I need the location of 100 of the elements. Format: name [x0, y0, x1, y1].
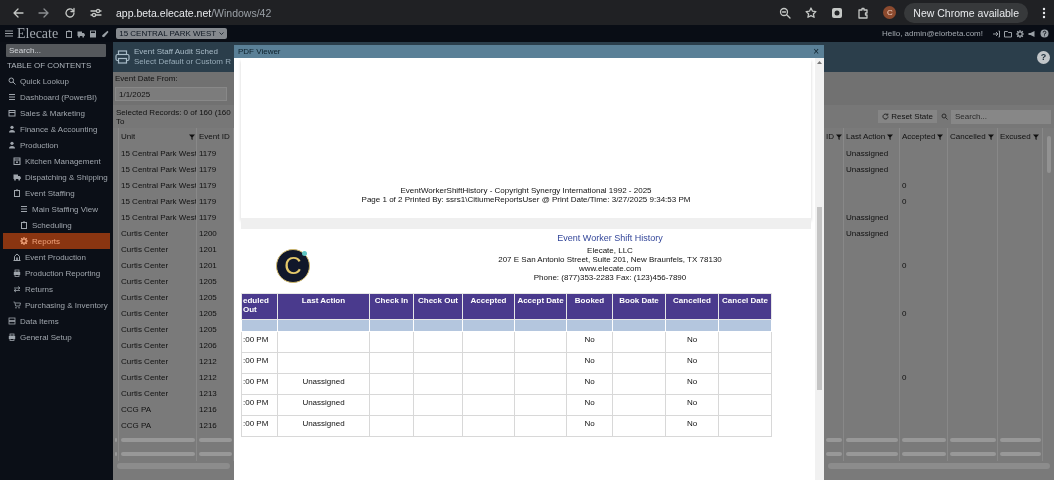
report-subtitle: Select Default or Custom R [134, 57, 231, 67]
help-button[interactable]: ? [1037, 50, 1050, 64]
sidebar-item[interactable]: Data Items [3, 313, 110, 329]
column-header[interactable]: Unit [119, 128, 197, 145]
table-cell: :00 PM [241, 331, 278, 353]
column-header: Accepted [462, 293, 515, 320]
table-cell: 1179 [199, 164, 217, 174]
sidebar-item[interactable]: Main Staffing View [3, 201, 110, 217]
column-header[interactable]: Accepted [900, 128, 948, 145]
sidebar-item[interactable]: Reports [3, 233, 110, 249]
table-cell: CCG PA [121, 420, 152, 430]
table-cell: :00 PM [241, 415, 278, 437]
table-cell: Curtis Center [121, 340, 169, 350]
table-cell: Unassigned [846, 212, 889, 222]
table-cell: 0 [902, 180, 907, 190]
table-cell: No [566, 394, 613, 416]
table-cell: 1205 [199, 308, 217, 318]
table-cell: CCG PA [121, 404, 152, 414]
section-heading: TABLE OF CONTENTS [6, 60, 93, 72]
address-field[interactable]: app.beta.elecate.net/Windows/42 [116, 6, 272, 19]
table-cell: :00 PM [241, 352, 278, 374]
table-cell: 1201 [199, 244, 217, 254]
table-cell: 15 Central Park West [121, 180, 196, 190]
table-cell: No [566, 415, 613, 437]
table-cell: Unassigned [846, 148, 889, 158]
sidebar-item[interactable]: Quick Lookup [3, 73, 110, 89]
report-title: Event Staff Audit Sched [134, 47, 219, 57]
table-cell: 15 Central Park West [121, 164, 196, 174]
location-dropdown[interactable]: 15 CENTRAL PARK WEST [116, 28, 228, 39]
table-cell: Curtis Center [121, 372, 169, 382]
table-cell: 15 Central Park West [121, 148, 196, 158]
table-cell: :00 PM [241, 373, 278, 395]
column-header: Check Out [413, 293, 463, 320]
sidebar-item[interactable]: Purchasing & Inventory [3, 297, 110, 313]
sidebar-item[interactable]: Dashboard (PowerBI) [3, 89, 110, 105]
table-cell: 1212 [199, 372, 217, 382]
app-logo: Elecate [17, 25, 59, 42]
date-field[interactable]: 1/1/2025 [115, 87, 227, 101]
table-cell: 0 [902, 260, 907, 270]
table-cell: 0 [902, 196, 907, 206]
table-cell: Unassigned [277, 415, 370, 437]
company-info-text: Phone: (877)353-2283 Fax: (123)456-7890 [532, 273, 688, 282]
table-cell: 1205 [199, 324, 217, 334]
sidebar-item[interactable]: Scheduling [3, 217, 110, 233]
table-cell: No [665, 394, 719, 416]
sidebar-item[interactable]: Dispatching & Shipping [3, 169, 110, 185]
field-label: Event Date From: [115, 74, 179, 84]
table-cell: Unassigned [277, 373, 370, 395]
table-cell: Curtis Center [121, 228, 169, 238]
table-cell: No [566, 352, 613, 374]
table-cell: No [665, 373, 719, 395]
sidebar-item[interactable]: Kitchen Management [3, 153, 110, 169]
table-cell: 1213 [199, 388, 217, 398]
sidebar-item[interactable]: Sales & Marketing [3, 105, 110, 121]
column-header[interactable]: Excused [998, 128, 1043, 145]
sidebar-item[interactable]: Event Production [3, 249, 110, 265]
table-cell: 1216 [199, 404, 217, 414]
table-cell: Curtis Center [121, 388, 169, 398]
reset-state-button[interactable]: Reset State [878, 110, 937, 123]
table-cell: Curtis Center [121, 276, 169, 286]
table-cell: Curtis Center [121, 324, 169, 334]
table-cell: Curtis Center [121, 356, 169, 366]
column-header[interactable]: ID [824, 128, 844, 145]
table-cell: :00 PM [241, 394, 278, 416]
company-info-text: Elecate, LLC [586, 246, 634, 255]
sidebar-item[interactable]: Event Staffing [3, 185, 110, 201]
column-header[interactable]: Last Action [844, 128, 900, 145]
sidebar-item[interactable]: Production Reporting [3, 265, 110, 281]
column-header: eduled Out [241, 293, 278, 320]
table-cell: 1216 [199, 420, 217, 430]
update-button[interactable]: New Chrome available [904, 2, 1028, 23]
table-cell: Curtis Center [121, 292, 169, 302]
column-header: Book Date [612, 293, 666, 320]
table-cell: 1179 [199, 196, 217, 206]
page-footer-text: Page 1 of 2 Printed By: ssrs1\CitiumeReportsUser @ Print Date/Time: 3/27/2025 9:34:53 PM [361, 195, 691, 204]
column-header: Cancelled [665, 293, 719, 320]
table-cell: Unassigned [277, 394, 370, 416]
table-cell: No [566, 331, 613, 353]
greeting-text: Hello, admin@elorbeta.com! [881, 29, 983, 38]
table-cell: 1206 [199, 340, 217, 350]
column-header: Last Action [277, 293, 370, 320]
sidebar-item[interactable]: General Setup [3, 329, 110, 345]
column-header[interactable]: Cancelled [948, 128, 998, 145]
table-cell: Unassigned [846, 164, 889, 174]
sidebar-item[interactable]: Finance & Accounting [3, 121, 110, 137]
search-field[interactable]: Search... [6, 44, 106, 57]
column-header: Cancel Date [718, 293, 772, 320]
table-cell: 1205 [199, 276, 217, 286]
table-cell: Curtis Center [121, 260, 169, 270]
search-field[interactable]: Search... [951, 109, 1051, 124]
table-cell: 1205 [199, 292, 217, 302]
table-cell: No [566, 373, 613, 395]
table-cell: No [665, 331, 719, 353]
sidebar-item[interactable]: Production [3, 137, 110, 153]
sidebar-item[interactable]: Returns [3, 281, 110, 297]
close-button[interactable]: × [813, 46, 819, 57]
table-cell: 15 Central Park West [121, 196, 196, 206]
profile-avatar[interactable]: C [883, 6, 897, 19]
table-cell: Unassigned [846, 228, 889, 238]
table-cell: No [665, 352, 719, 374]
